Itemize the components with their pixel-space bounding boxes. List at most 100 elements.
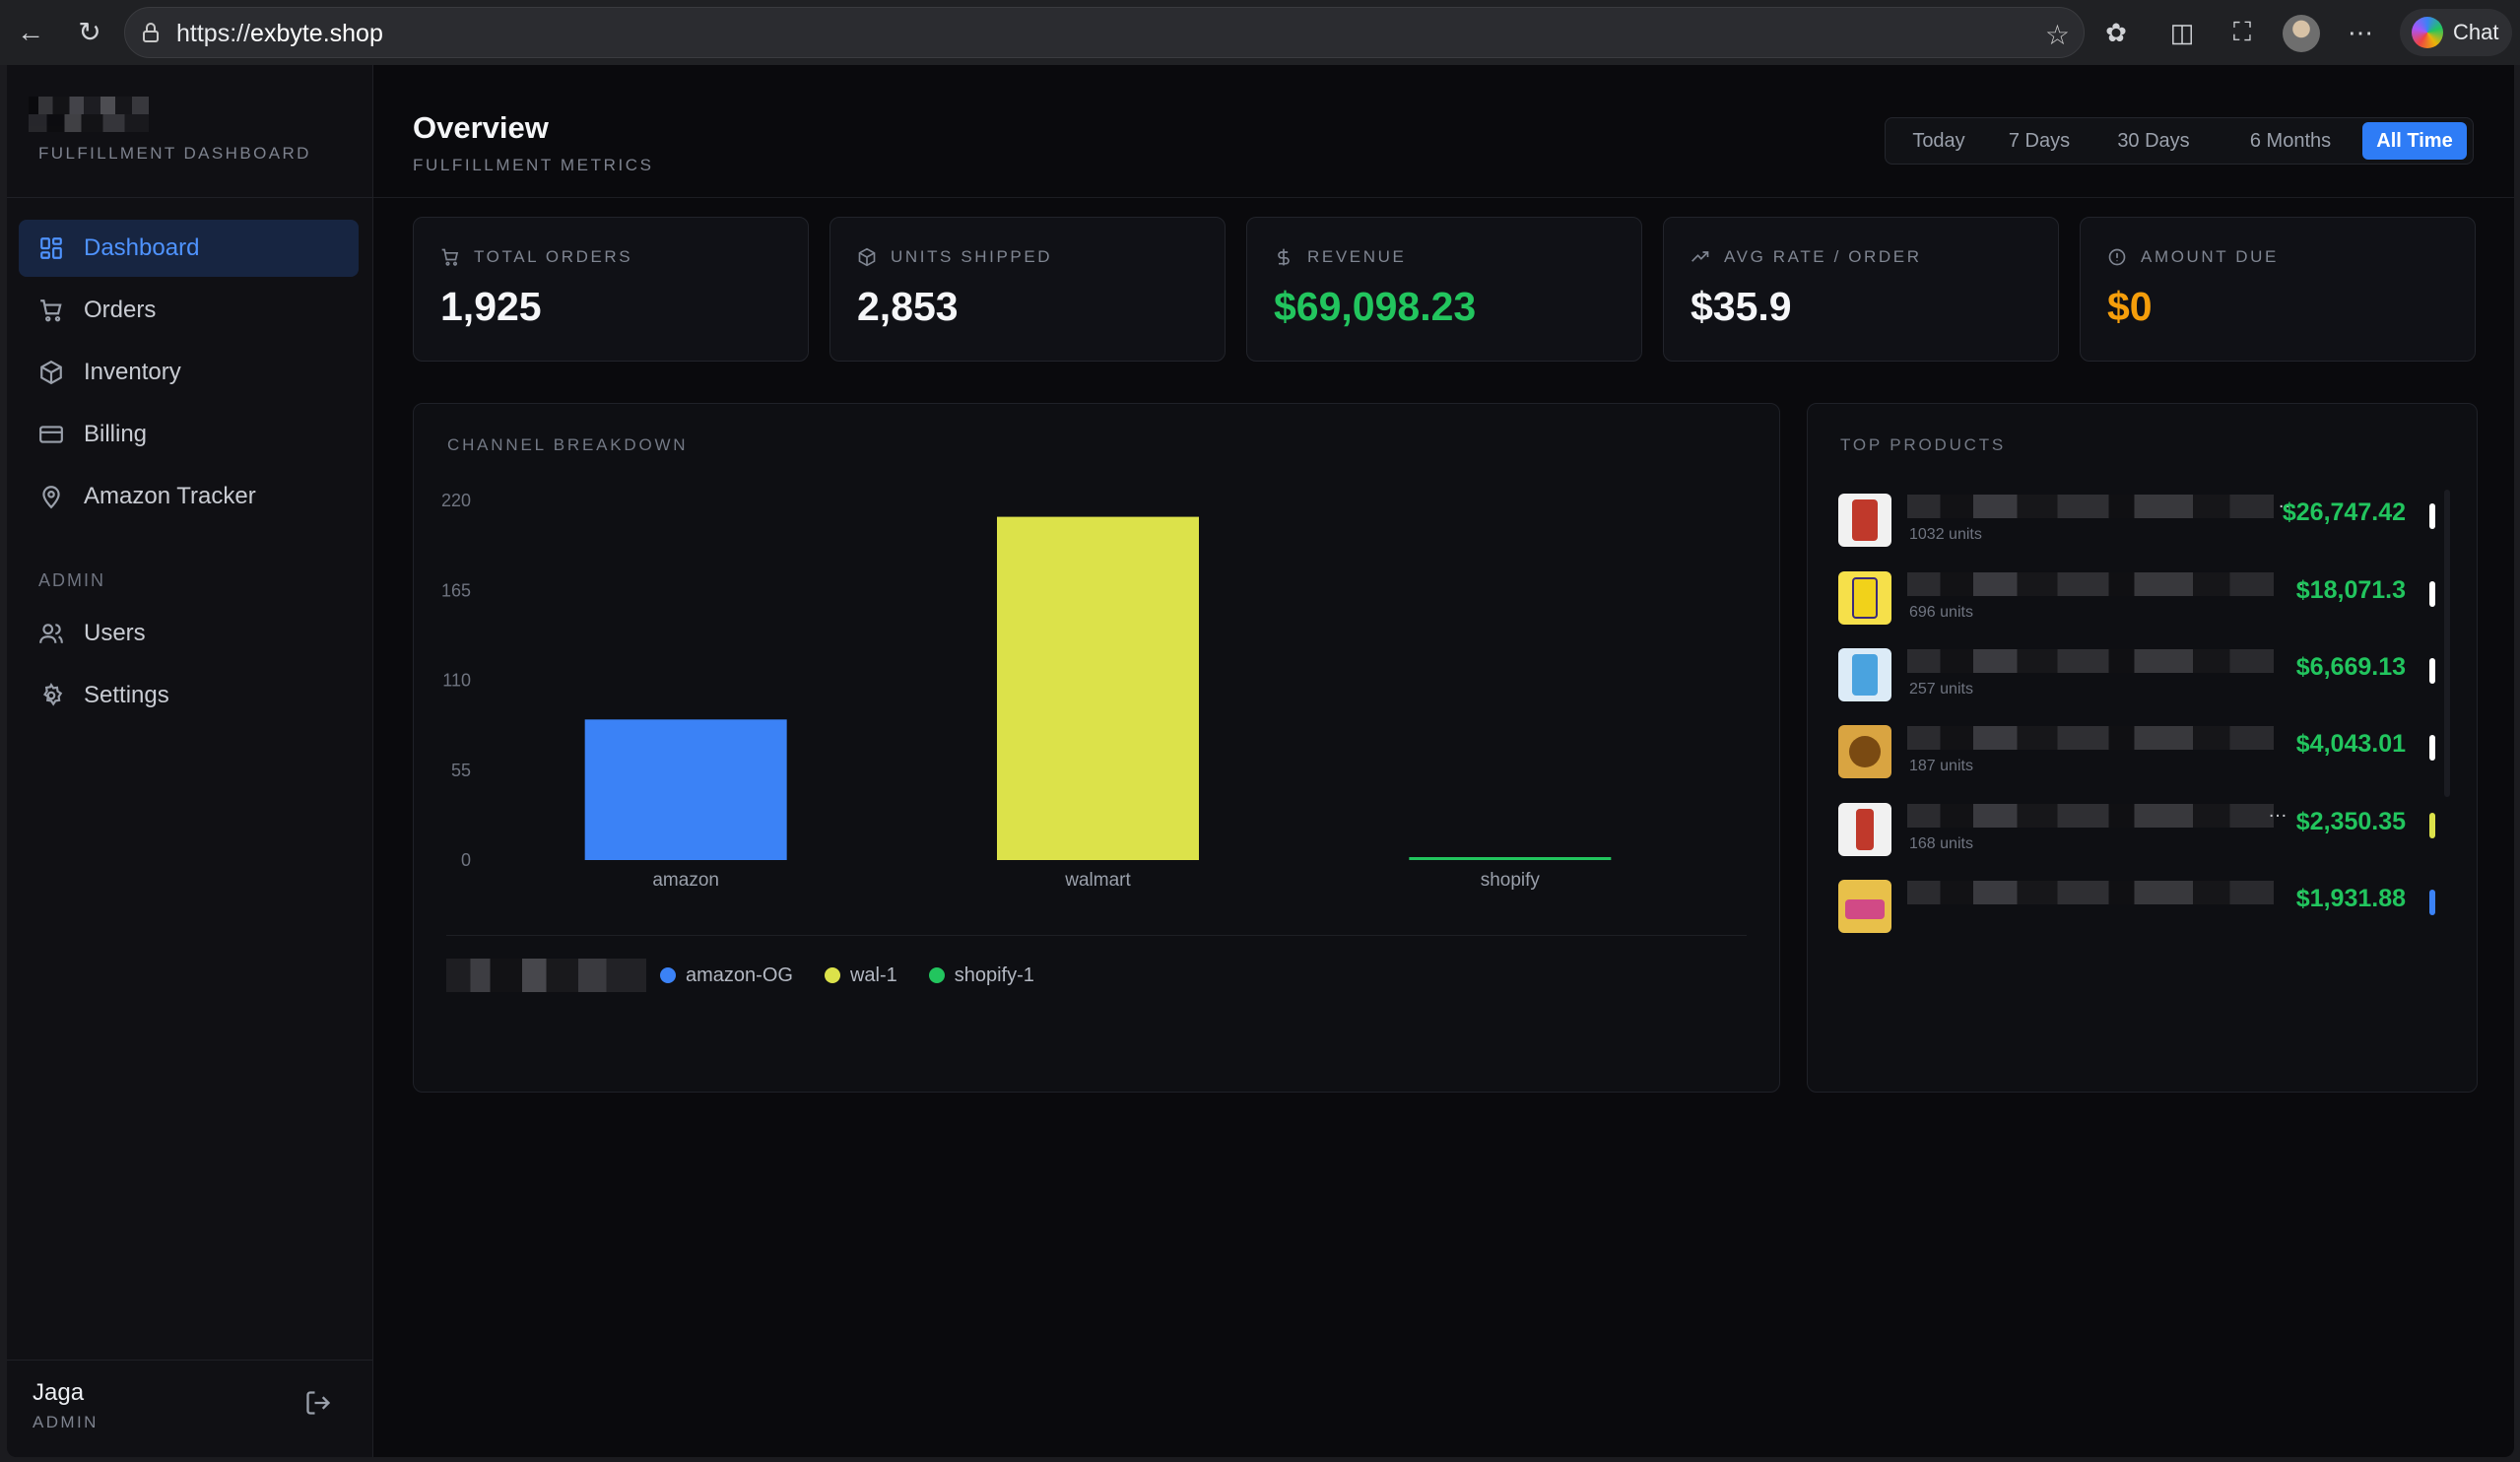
user-role: ADMIN — [33, 1413, 99, 1431]
back-icon[interactable]: ← — [12, 14, 49, 51]
profile-avatar[interactable] — [2283, 15, 2320, 52]
cart-icon — [40, 299, 62, 322]
legend-item-wal-1: wal-1 — [824, 964, 897, 987]
stat-card-revenue: REVENUE $69,098.23 — [1246, 217, 1642, 362]
stat-value: $69,098.23 — [1274, 284, 1477, 329]
more-menu-icon[interactable]: ⋯ — [2342, 14, 2379, 51]
product-row[interactable]: … 696 units $18,071.3 — [1838, 568, 2435, 626]
bar-walmart[interactable] — [997, 516, 1199, 860]
sidebar-item-users[interactable]: Users — [19, 605, 359, 662]
split-screen-icon[interactable]: ◫ — [2163, 14, 2201, 51]
range-today-button[interactable]: Today — [1891, 122, 1986, 160]
legend-dot — [928, 967, 945, 983]
top-products-title: TOP PRODUCTS — [1840, 435, 2007, 454]
dollar-icon — [1278, 248, 1290, 266]
sidebar-item-dashboard[interactable]: Dashboard — [19, 220, 359, 277]
chart-legend: amazon-OG wal-1 shopify-1 — [446, 959, 1052, 992]
product-row[interactable]: … 1032 units $26,747.42 — [1838, 491, 2435, 548]
channel-breakdown-card: CHANNEL BREAKDOWN 0 55 110 165 220 amazon walm… — [413, 403, 1780, 1093]
stat-label: UNITS SHIPPED — [891, 247, 1053, 266]
logout-icon — [306, 1391, 331, 1415]
screenshot-icon[interactable]: ⛶ — [2223, 14, 2261, 51]
bar-amazon[interactable] — [584, 719, 787, 860]
sidebar-item-label: Users — [84, 620, 146, 646]
product-share-bar — [2429, 581, 2435, 607]
y-tick-label: 0 — [461, 850, 471, 870]
product-revenue: $6,669.13 — [2295, 653, 2406, 681]
product-revenue: $26,747.42 — [2282, 498, 2406, 526]
brand-subtitle: FULFILLMENT DASHBOARD — [38, 144, 311, 163]
url-text: https://exbyte.shop — [176, 20, 383, 47]
legend-label: wal-1 — [849, 964, 897, 986]
range-7-days-button[interactable]: 7 Days — [1990, 122, 2089, 160]
page-title: Overview — [413, 110, 549, 145]
stat-card-units-shipped: UNITS SHIPPED 2,853 — [829, 217, 1226, 362]
sidebar-footer-divider — [7, 1360, 373, 1361]
stat-card-avg-rate: AVG RATE / ORDER $35.9 — [1663, 217, 2059, 362]
y-tick-label: 55 — [451, 761, 471, 780]
user-name: Jaga — [33, 1379, 85, 1406]
product-revenue: $1,931.88 — [2295, 885, 2406, 912]
product-name-redacted — [1907, 804, 2274, 828]
sidebar-divider — [7, 197, 373, 198]
product-thumbnail — [1838, 880, 1891, 933]
sidebar-item-orders[interactable]: Orders — [19, 282, 359, 339]
product-row[interactable]: … $1,931.88 — [1838, 877, 2435, 934]
chat-label: Chat — [2453, 20, 2499, 44]
product-units: 187 units — [1909, 758, 1973, 774]
box-icon — [40, 360, 62, 385]
page-subtitle: FULFILLMENT METRICS — [413, 156, 654, 174]
address-bar[interactable]: https://exbyte.shop ☆ — [124, 7, 2085, 58]
trending-up-icon — [1691, 251, 1709, 262]
logout-button[interactable] — [304, 1389, 334, 1419]
stat-label: AMOUNT DUE — [2141, 247, 2279, 266]
legend-dot — [824, 967, 840, 983]
sidebar-item-settings[interactable]: Settings — [19, 667, 359, 724]
product-units: 257 units — [1909, 681, 1973, 698]
favorite-star-icon[interactable]: ☆ — [2045, 19, 2070, 51]
bar-shopify[interactable] — [1409, 857, 1612, 860]
users-icon — [39, 624, 63, 643]
y-tick-label: 110 — [442, 671, 471, 691]
sidebar-item-label: Orders — [84, 297, 157, 323]
product-revenue: $4,043.01 — [2295, 730, 2406, 758]
chat-button[interactable]: Chat — [2400, 9, 2512, 56]
stat-card-total-orders: TOTAL ORDERS 1,925 — [413, 217, 809, 362]
time-range-selector: Today 7 Days 30 Days 6 Months All Time — [1885, 117, 2474, 165]
sidebar-item-label: Amazon Tracker — [84, 483, 256, 509]
range-6-months-button[interactable]: 6 Months — [2219, 122, 2362, 160]
product-share-bar — [2429, 658, 2435, 684]
cart-icon — [441, 248, 459, 266]
sidebar-item-amazon-tracker[interactable]: Amazon Tracker — [19, 468, 359, 525]
product-thumbnail — [1838, 494, 1891, 547]
legend-item-amazon-og: amazon-OG — [660, 964, 793, 987]
reload-icon[interactable]: ↻ — [71, 14, 108, 51]
product-units: 168 units — [1909, 835, 1973, 852]
header-divider — [373, 197, 2514, 198]
product-row[interactable]: 187 units $4,043.01 — [1838, 722, 2435, 779]
product-name-redacted — [1907, 881, 2274, 904]
products-list: … 1032 units $26,747.42 … 696 units $18,… — [1808, 486, 2479, 999]
sidebar-item-billing[interactable]: Billing — [19, 406, 359, 463]
product-share-bar — [2429, 735, 2435, 761]
legend-label: amazon-OG — [686, 964, 793, 986]
stat-label: AVG RATE / ORDER — [1724, 247, 1922, 266]
sidebar-item-inventory[interactable]: Inventory — [19, 344, 359, 401]
admin-section-label: ADMIN — [38, 570, 105, 590]
sidebar-item-label: Inventory — [84, 359, 181, 385]
sidebar-item-label: Billing — [84, 421, 148, 447]
product-row[interactable]: … 168 units $2,350.35 — [1838, 800, 2435, 857]
extensions-icon[interactable]: ✿ — [2097, 14, 2135, 51]
y-tick-label: 220 — [441, 491, 471, 510]
stat-value: 1,925 — [440, 284, 542, 329]
lock-icon — [143, 23, 159, 42]
range-all-time-button[interactable]: All Time — [2362, 122, 2467, 160]
product-thumbnail — [1838, 803, 1891, 856]
range-30-days-button[interactable]: 30 Days — [2094, 122, 2213, 160]
chart-divider — [446, 935, 1747, 936]
product-row[interactable]: 257 units $6,669.13 — [1838, 645, 2435, 702]
product-revenue: $18,071.3 — [2295, 576, 2406, 604]
product-thumbnail — [1838, 648, 1891, 701]
stat-value: 2,853 — [857, 284, 959, 329]
x-tick-label: amazon — [652, 870, 719, 891]
